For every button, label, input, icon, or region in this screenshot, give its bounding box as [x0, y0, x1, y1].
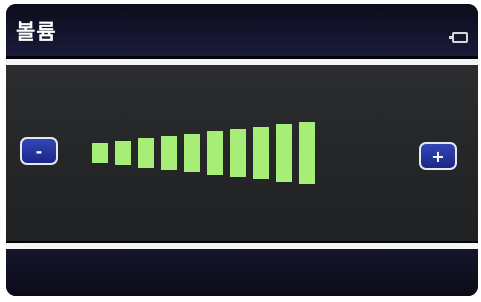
page-title: 볼륨: [16, 20, 57, 44]
volume-bar: [92, 143, 108, 163]
battery-icon: [449, 32, 468, 43]
volume-bar: [207, 131, 223, 175]
bottom-bar: [6, 249, 478, 296]
volume-bar: [115, 140, 131, 166]
volume-bar: [161, 136, 177, 170]
volume-up-button[interactable]: +: [419, 142, 457, 170]
volume-bar: [299, 122, 315, 184]
volume-down-button[interactable]: -: [20, 137, 58, 165]
volume-bar: [230, 129, 246, 177]
volume-bar: [253, 126, 269, 180]
volume-bar: [138, 138, 154, 168]
device-screen: 볼륨 - +: [6, 4, 478, 296]
title-bar: 볼륨: [6, 4, 478, 56]
volume-level-bars[interactable]: [92, 121, 324, 185]
volume-bar: [184, 133, 200, 173]
volume-bar: [276, 124, 292, 182]
